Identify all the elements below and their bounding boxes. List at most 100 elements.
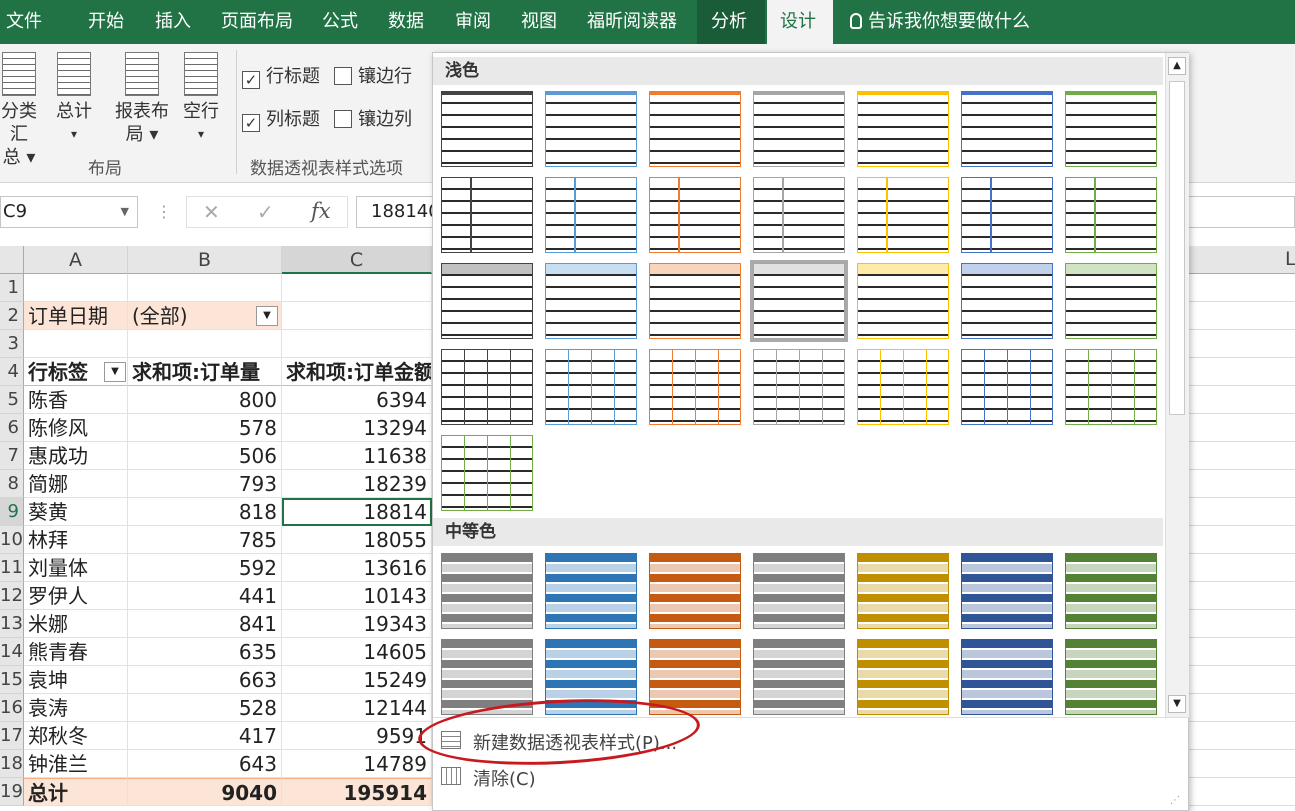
tab-analyze[interactable]: 分析	[697, 0, 765, 44]
pivot-style-swatch[interactable]	[1065, 177, 1157, 253]
scroll-thumb[interactable]	[1169, 81, 1185, 415]
pivot-style-swatch[interactable]	[857, 263, 949, 339]
pivot-style-swatch-medium[interactable]	[649, 639, 741, 715]
pivot-style-swatch[interactable]	[649, 91, 741, 167]
cell-b10[interactable]: 785	[128, 526, 282, 554]
row-header[interactable]: 13	[0, 610, 24, 638]
cell-c11[interactable]: 13616	[282, 554, 432, 582]
cell-b14[interactable]: 635	[128, 638, 282, 666]
row-header[interactable]: 14	[0, 638, 24, 666]
pivot-style-swatch[interactable]	[753, 177, 845, 253]
cell-a7[interactable]: 惠成功	[24, 442, 128, 470]
pivot-style-swatch[interactable]	[441, 177, 533, 253]
cell-c8[interactable]: 18239	[282, 470, 432, 498]
pivot-style-swatch[interactable]	[649, 349, 741, 425]
row-header[interactable]: 5	[0, 386, 24, 414]
pivot-style-swatch[interactable]	[961, 91, 1053, 167]
pivot-style-swatch[interactable]	[649, 177, 741, 253]
cell-b6[interactable]: 578	[128, 414, 282, 442]
cell-a12[interactable]: 罗伊人	[24, 582, 128, 610]
pivot-style-swatch-medium[interactable]	[1065, 553, 1157, 629]
pivot-style-swatch-medium[interactable]	[753, 553, 845, 629]
pivot-style-swatch-medium[interactable]	[961, 553, 1053, 629]
cell-c3[interactable]	[282, 330, 432, 358]
cell-c10[interactable]: 18055	[282, 526, 432, 554]
cell-b1[interactable]	[128, 274, 282, 302]
tab-formulas[interactable]: 公式	[322, 0, 366, 44]
cell-c2[interactable]	[282, 302, 432, 330]
pivot-style-swatch[interactable]	[857, 91, 949, 167]
tab-review[interactable]: 审阅	[455, 0, 499, 44]
cancel-icon[interactable]: ✕	[203, 200, 220, 224]
cell-a14[interactable]: 熊青春	[24, 638, 128, 666]
pivot-style-swatch[interactable]	[545, 91, 637, 167]
cell-b16[interactable]: 528	[128, 694, 282, 722]
cell-c14[interactable]: 14605	[282, 638, 432, 666]
pivot-style-swatch[interactable]	[961, 177, 1053, 253]
tab-design[interactable]: 设计	[767, 0, 833, 44]
row-header[interactable]: 3	[0, 330, 24, 358]
column-headers-checkbox[interactable]: ✓ 列标题	[242, 107, 320, 133]
cell-c12[interactable]: 10143	[282, 582, 432, 610]
cell-a9[interactable]: 葵黄	[24, 498, 128, 526]
row-header[interactable]: 10	[0, 526, 24, 554]
pivot-style-swatch[interactable]	[441, 435, 533, 511]
cell-b18[interactable]: 643	[128, 750, 282, 778]
row-header[interactable]: 19	[0, 778, 24, 806]
pivot-style-swatch-medium[interactable]	[441, 553, 533, 629]
row-header[interactable]: 7	[0, 442, 24, 470]
cell-b9[interactable]: 818	[128, 498, 282, 526]
row-header[interactable]: 4	[0, 358, 24, 386]
cell-a19[interactable]: 总计	[24, 778, 128, 806]
tab-page-layout[interactable]: 页面布局	[221, 0, 301, 44]
row-header[interactable]: 18	[0, 750, 24, 778]
pivot-style-swatch-medium[interactable]	[961, 639, 1053, 715]
blank-rows-button[interactable]: 空行 ▾	[178, 52, 224, 146]
cell-b12[interactable]: 441	[128, 582, 282, 610]
cell-c5[interactable]: 6394	[282, 386, 432, 414]
pivot-style-swatch[interactable]	[1065, 263, 1157, 339]
tab-view[interactable]: 视图	[521, 0, 565, 44]
pivot-style-swatch[interactable]	[1065, 91, 1157, 167]
cell-a6[interactable]: 陈修风	[24, 414, 128, 442]
pivot-style-swatch-medium[interactable]	[753, 639, 845, 715]
subtotals-button[interactable]: 分类汇 总 ▾	[0, 52, 44, 169]
column-header-l[interactable]: L	[1285, 248, 1295, 270]
cell-a2[interactable]: 订单日期	[24, 302, 128, 330]
report-layout-button[interactable]: 报表布 局 ▾	[112, 52, 172, 146]
cell-b5[interactable]: 800	[128, 386, 282, 414]
tab-foxit-reader[interactable]: 福昕阅读器	[587, 0, 683, 44]
tab-data[interactable]: 数据	[388, 0, 432, 44]
cell-b17[interactable]: 417	[128, 722, 282, 750]
pivot-style-swatch[interactable]	[750, 260, 848, 342]
cell-b8[interactable]: 793	[128, 470, 282, 498]
grand-totals-button[interactable]: 总计 ▾	[52, 52, 96, 146]
pivot-style-swatch-medium[interactable]	[857, 553, 949, 629]
pivot-style-swatch[interactable]	[441, 349, 533, 425]
pivot-style-swatch[interactable]	[753, 349, 845, 425]
pivot-style-swatch[interactable]	[1065, 349, 1157, 425]
scroll-down-icon[interactable]: ▼	[1168, 695, 1186, 713]
pivot-style-swatch[interactable]	[857, 177, 949, 253]
cell-b3[interactable]	[128, 330, 282, 358]
cell-b7[interactable]: 506	[128, 442, 282, 470]
cell-a3[interactable]	[24, 330, 128, 358]
cell-a17[interactable]: 郑秋冬	[24, 722, 128, 750]
cell-c13[interactable]: 19343	[282, 610, 432, 638]
clear-style-item[interactable]: 清除(C)	[441, 765, 536, 791]
cell-a10[interactable]: 林拜	[24, 526, 128, 554]
column-header-c[interactable]: C	[282, 246, 432, 274]
row-header[interactable]: 12	[0, 582, 24, 610]
row-headers-checkbox[interactable]: ✓ 行标题	[242, 64, 320, 90]
cell-a15[interactable]: 袁坤	[24, 666, 128, 694]
gallery-scrollbar[interactable]: ▲ ▼	[1165, 53, 1189, 717]
cell-c4[interactable]: 求和项:订单金额	[282, 358, 432, 386]
row-header[interactable]: 2	[0, 302, 24, 330]
cell-a8[interactable]: 简娜	[24, 470, 128, 498]
banded-columns-checkbox[interactable]: 镶边列	[334, 107, 412, 133]
pivot-style-swatch-medium[interactable]	[545, 553, 637, 629]
cell-c7[interactable]: 11638	[282, 442, 432, 470]
cell-a18[interactable]: 钟淮兰	[24, 750, 128, 778]
cell-c15[interactable]: 15249	[282, 666, 432, 694]
row-labels-filter-icon[interactable]: ▼	[104, 362, 126, 382]
